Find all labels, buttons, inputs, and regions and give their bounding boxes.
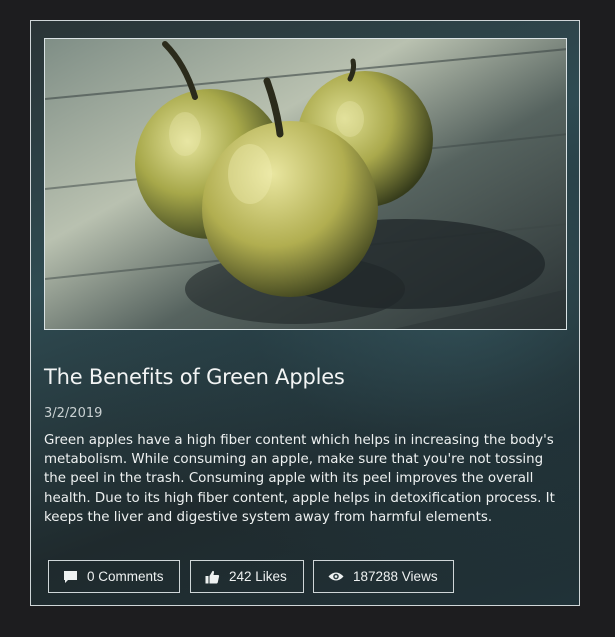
comments-button[interactable]: 0 Comments <box>48 560 180 593</box>
likes-label: 242 Likes <box>229 569 287 584</box>
post-image <box>44 38 567 330</box>
views-button[interactable]: 187288 Views <box>313 560 454 593</box>
post-date: 3/2/2019 <box>44 406 103 421</box>
likes-button[interactable]: 242 Likes <box>190 560 304 593</box>
apples-illustration <box>45 39 566 329</box>
thumbs-up-icon <box>205 570 220 584</box>
post-card: The Benefits of Green Apples 3/2/2019 Gr… <box>30 20 580 606</box>
post-body: Green apples have a high fiber content w… <box>44 433 555 525</box>
comments-label: 0 Comments <box>87 569 164 584</box>
views-label: 187288 Views <box>353 569 438 584</box>
post-title: The Benefits of Green Apples <box>44 365 345 389</box>
eye-icon <box>328 571 344 582</box>
comment-icon <box>63 570 78 584</box>
